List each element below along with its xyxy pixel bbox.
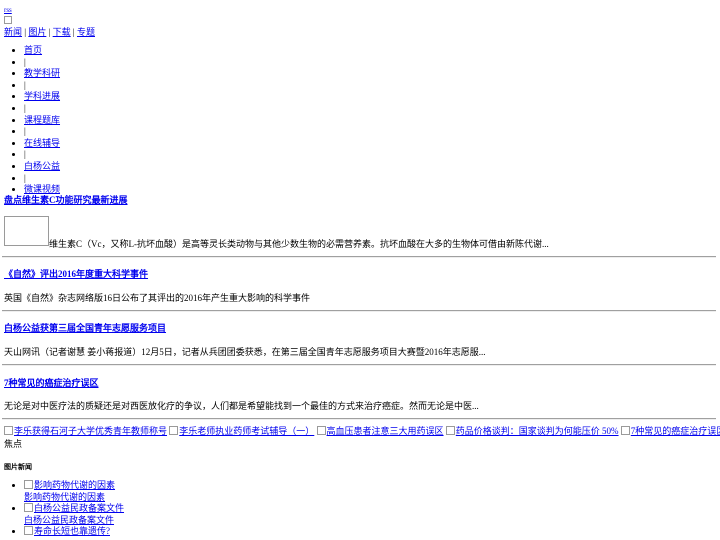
divider	[2, 256, 716, 258]
site-logo-image	[4, 16, 12, 24]
nav-link-tutoring[interactable]: 在线辅导	[24, 138, 60, 148]
focus-label: 焦点	[4, 439, 23, 449]
news-summary: 无论是对中医疗法的质疑还是对西医放化疗的争议，人们都是希望能找到一个最佳的方式来…	[4, 401, 479, 411]
broken-image-icon	[169, 426, 179, 435]
broken-image-icon	[24, 480, 33, 489]
focus-item-link[interactable]: 李乐老师执业药师考试辅导（一）	[169, 426, 314, 436]
pic-news-image-link[interactable]: 影响药物代谢的因素	[24, 480, 115, 490]
news-summary: 英国《自然》杂志网络版16日公布了其评出的2016年产生重大影响的科学事件	[4, 293, 311, 303]
focus-slider: 李乐获得石河子大学优秀青年教师称号 李乐老师执业药师考试辅导（一） 高血压患者注…	[4, 425, 720, 437]
news-title-link[interactable]: 7种常见的癌症治疗误区	[4, 377, 99, 389]
news-thumbnail-image[interactable]	[4, 216, 49, 246]
pic-news-item: 白杨公益民政备案文件 白杨公益民政备案文件	[24, 503, 124, 526]
separator: |	[24, 27, 27, 37]
broken-image-icon	[445, 426, 455, 435]
nav-link-progress[interactable]: 学科进展	[24, 91, 60, 101]
nav-item-teaching: 教学科研	[24, 68, 60, 80]
nav-separator: |	[24, 103, 60, 115]
top-links: 新闻 | 图片 | 下载 | 专题	[4, 26, 95, 38]
divider	[2, 310, 716, 312]
broken-image-icon	[4, 426, 13, 435]
broken-image-icon	[316, 426, 326, 435]
pic-news-caption-link[interactable]: 白杨公益民政备案文件	[24, 515, 114, 525]
focus-item-link[interactable]: 药品价格谈判：国家谈判为何能压价 50%	[445, 426, 619, 436]
nav-item-progress: 学科进展	[24, 91, 60, 103]
pic-news-image-link[interactable]: 白杨公益民政备案文件	[24, 503, 124, 513]
nav-link-question-bank[interactable]: 课程题库	[24, 115, 60, 125]
pic-news-heading: 图片新闻	[4, 463, 32, 471]
focus-item-link[interactable]: 7种常见的癌症治疗误区	[620, 426, 720, 436]
nav-link-charity[interactable]: 白杨公益	[24, 161, 60, 171]
broken-image-icon	[620, 426, 630, 435]
nav-link-micro-video[interactable]: 微课视频	[24, 184, 60, 194]
focus-item-link[interactable]: 高血压患者注意三大用药误区	[316, 426, 444, 436]
nav-link-teaching[interactable]: 教学科研	[24, 68, 60, 78]
news-title-link[interactable]: 《自然》评出2016年度重大科学事件	[4, 268, 148, 280]
news-summary: 维生素C（Vc，又称L-抗坏血酸）是高等灵长类动物与其他少数生物的必需营养素。抗…	[49, 239, 549, 249]
news-title-link[interactable]: 白杨公益获第三届全国青年志愿服务项目	[4, 322, 166, 334]
top-link-topics[interactable]: 专题	[77, 27, 95, 37]
nav-separator: |	[24, 173, 60, 185]
pic-news-item: 影响药物代谢的因素 影响药物代谢的因素	[24, 480, 124, 503]
separator: |	[72, 27, 75, 37]
rss-link[interactable]: rss	[4, 6, 12, 14]
nav-item-charity: 白杨公益	[24, 161, 60, 173]
separator: |	[48, 27, 51, 37]
broken-image-icon	[24, 526, 33, 536]
divider	[2, 364, 716, 366]
pic-news-list: 影响药物代谢的因素 影响药物代谢的因素 白杨公益民政备案文件 白杨公益民政备案文…	[0, 480, 124, 538]
nav-item-home: 首页	[24, 45, 60, 57]
main-nav: 首页 | 教学科研 | 学科进展 | 课程题库 | 在线辅导 | 白杨公益 | …	[0, 45, 60, 196]
top-link-downloads[interactable]: 下载	[53, 27, 71, 37]
divider	[2, 418, 716, 420]
pic-news-caption-link[interactable]: 影响药物代谢的因素	[24, 492, 105, 502]
broken-image-icon	[24, 503, 33, 513]
pic-news-item: 寿命长短也靠遗传?	[24, 526, 124, 538]
nav-separator: |	[24, 149, 60, 161]
nav-separator: |	[24, 126, 60, 138]
nav-link-home[interactable]: 首页	[24, 45, 42, 55]
news-summary: 天山网讯（记者谢慧 姜小蒋报道）12月5日，记者从兵团团委获悉，在第三届全国青年…	[4, 347, 486, 357]
pic-news-image-link[interactable]: 寿命长短也靠遗传?	[24, 526, 110, 536]
top-link-news[interactable]: 新闻	[4, 27, 22, 37]
nav-item-question-bank: 课程题库	[24, 115, 60, 127]
nav-item-tutoring: 在线辅导	[24, 138, 60, 150]
focus-item-link[interactable]: 李乐获得石河子大学优秀青年教师称号	[4, 426, 167, 436]
news-title-link[interactable]: 盘点维生素C功能研究最新进展	[4, 194, 128, 206]
nav-separator: |	[24, 80, 60, 92]
top-link-pictures[interactable]: 图片	[28, 27, 46, 37]
nav-separator: |	[24, 57, 60, 69]
